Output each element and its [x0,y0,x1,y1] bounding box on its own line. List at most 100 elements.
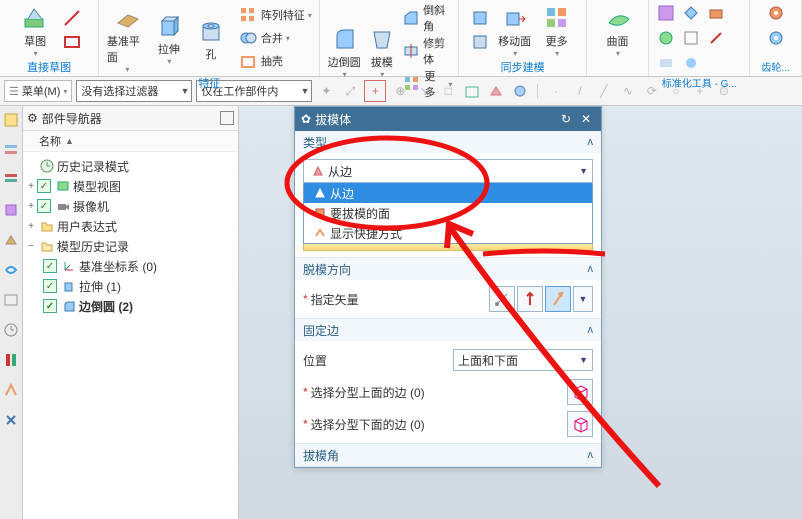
nav-tab-icon[interactable] [3,352,19,368]
std-icon[interactable] [705,27,727,49]
tb-icon[interactable]: + [364,80,386,102]
chamfer-button[interactable]: 倒斜角 [402,2,453,34]
std-icon[interactable] [705,2,727,24]
nav-tab-icon[interactable] [3,292,19,308]
std-icon[interactable] [680,27,702,49]
datum-plane-button[interactable]: 基准平面▾ [107,2,147,74]
section-type-header[interactable]: 类型ʌ [295,131,601,153]
edgeblend-button[interactable]: 边倒圆▾ [326,23,362,79]
move-face-button[interactable]: 移动面▾ [495,2,535,58]
nav-tab-icon[interactable] [3,142,19,158]
tree-item-history-mode[interactable]: 历史记录模式 [25,156,236,176]
trim-button[interactable]: 修剪体 [402,35,453,67]
tree-item-edgeblend[interactable]: ✓边倒圆 (2) [25,296,236,316]
vector-menu-button[interactable]: ▼ [573,286,593,312]
section-direction-header[interactable]: 脱模方向ʌ [295,258,601,280]
rect-icon[interactable] [61,31,83,53]
dialog-titlebar[interactable]: ✿ 拔模体 ↻ ✕ [295,107,601,131]
tb-icon[interactable]: · [546,81,566,101]
unite-button[interactable]: 合并▾ [237,27,312,49]
nav-tab-icon[interactable] [3,202,19,218]
section-angle-header[interactable]: 拔模角ʌ [295,444,601,466]
tree-item-model-views[interactable]: +✓模型视图 [25,176,236,196]
graphics-canvas[interactable]: ✿ 拔模体 ↻ ✕ 类型ʌ 从边 ▼ 从边 要拔模的面 显 [239,106,802,519]
shell-button[interactable]: 抽壳 [237,50,312,72]
part-navigator: ⚙ 部件导航器 名称▲ 历史记录模式 +✓模型视图 +✓摄像机 +用户表达式 −… [23,106,239,519]
shortcut-icon [312,225,328,241]
sync-icon-1[interactable] [469,7,491,29]
plane-icon [113,4,141,32]
position-combo[interactable]: 上面和下面▼ [453,349,593,371]
gear-icon[interactable]: ✿ [301,112,311,126]
tb-icon[interactable]: ╱ [594,81,614,101]
tb-icon[interactable]: ○ [666,81,686,101]
tb-icon[interactable]: □ [438,81,458,101]
std-icon[interactable] [680,2,702,24]
reset-button[interactable]: ↻ [557,110,575,128]
option-faces[interactable]: 要拔模的面 [304,203,592,223]
group-label-gear: 齿轮... [761,58,789,76]
tb-icon[interactable] [462,81,482,101]
tb-icon[interactable] [486,81,506,101]
select-bottom-button[interactable] [567,411,593,437]
pattern-button[interactable]: 阵列特征▾ [237,4,312,26]
tb-icon[interactable]: ∿ [618,81,638,101]
checkbox-icon[interactable]: ✓ [43,259,57,273]
select-top-button[interactable] [567,379,593,405]
tree-item-cameras[interactable]: +✓摄像机 [25,196,236,216]
vector-pick-button[interactable] [489,286,515,312]
extrude-button[interactable]: 拉伸▾ [149,10,189,66]
std-icon[interactable] [655,52,677,74]
gear-icon-2[interactable] [765,27,787,49]
std-icon[interactable] [680,52,702,74]
column-header[interactable]: 名称▲ [23,131,238,152]
tb-icon[interactable]: ⊙ [714,81,734,101]
vector-auto-button[interactable] [545,286,571,312]
tree-item-model-history[interactable]: −模型历史记录 [25,236,236,256]
checkbox-icon[interactable]: ✓ [43,279,57,293]
tb-icon[interactable]: / [570,81,590,101]
sketch-button[interactable]: 草图▾ [15,2,55,58]
close-button[interactable]: ✕ [577,110,595,128]
more-sync-button[interactable]: 更多▾ [537,2,577,58]
pin-button[interactable] [220,111,234,125]
tb-icon[interactable]: ⤢ [340,81,360,101]
tb-icon[interactable]: ↘ [414,81,434,101]
nav-tab-icon[interactable] [3,232,19,248]
surface-icon [604,4,632,32]
std-icon[interactable] [655,2,677,24]
tb-icon[interactable] [510,81,530,101]
type-combo[interactable]: 从边 ▼ [303,159,593,183]
gear-icon-1[interactable] [765,2,787,24]
option-from-edge[interactable]: 从边 [304,183,592,203]
nav-tab-icon[interactable] [3,412,19,428]
tb-icon[interactable]: ⟳ [642,81,662,101]
hole-button[interactable]: 孔 [191,15,231,62]
filter-combo[interactable]: 没有选择过滤器▼ [76,80,192,102]
tb-icon[interactable]: + [690,81,710,101]
std-icon[interactable] [655,27,677,49]
faces-icon [312,205,328,221]
checkbox-icon[interactable]: ✓ [43,299,57,313]
section-fixed-header[interactable]: 固定边ʌ [295,319,601,341]
gear-icon[interactable]: ⚙ [27,111,38,125]
tb-icon[interactable]: ✦ [316,81,336,101]
tree-item-user-expr[interactable]: +用户表达式 [25,216,236,236]
sync-icon-2[interactable] [469,31,491,53]
tree-item-extrude[interactable]: ✓拉伸 (1) [25,276,236,296]
option-shortcut[interactable]: 显示快捷方式 [304,223,592,243]
vector-reverse-button[interactable] [517,286,543,312]
draft-button[interactable]: 拔模▾ [364,23,400,79]
nav-tab-icon[interactable] [3,382,19,398]
menu-button[interactable]: ☰菜单(M) ▾ [4,80,72,102]
nav-tab-icon[interactable] [3,112,19,128]
nav-tab-icon[interactable] [3,172,19,188]
checkbox-icon[interactable]: ✓ [37,199,51,213]
nav-tab-icon[interactable] [3,322,19,338]
surface-button[interactable]: 曲面▾ [598,2,638,58]
line-icon[interactable] [61,7,83,29]
nav-tab-icon[interactable] [3,262,19,278]
checkbox-icon[interactable]: ✓ [37,179,51,193]
tree-item-csys[interactable]: ✓基准坐标系 (0) [25,256,236,276]
tb-icon[interactable]: ⊕ [390,81,410,101]
